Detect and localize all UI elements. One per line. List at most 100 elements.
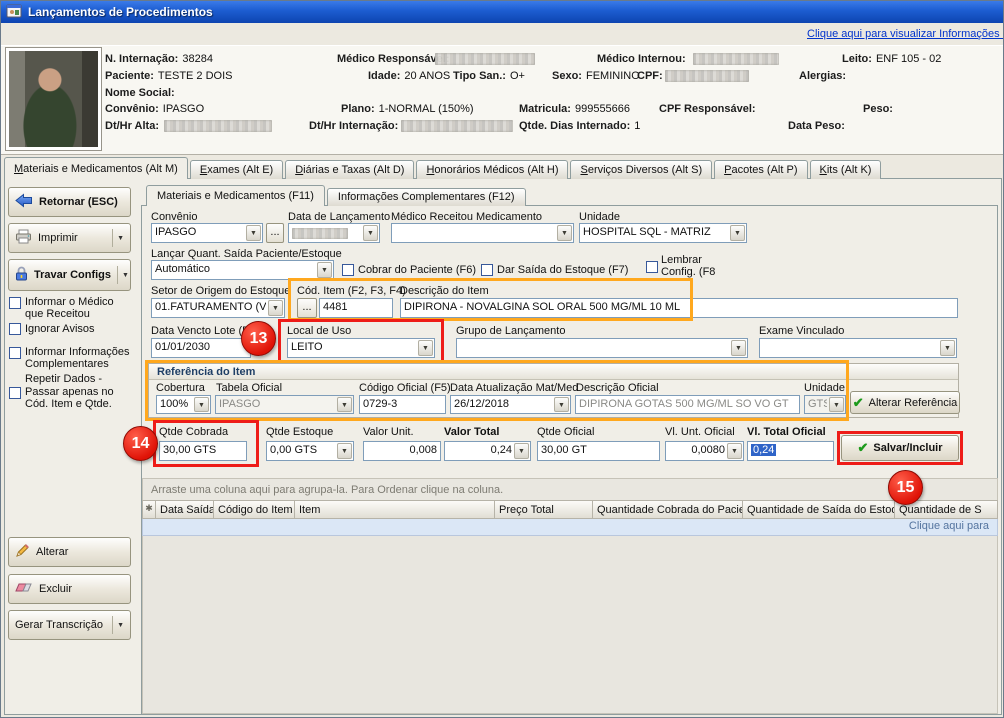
n-internacao: N. Internação:38284: [105, 53, 213, 65]
chevron-down-icon[interactable]: ▼: [337, 443, 352, 459]
cod-item-label: Cód. Item (F2, F3, F4): [297, 285, 406, 297]
cpf-label: CPF:: [637, 70, 663, 82]
cod-item-input[interactable]: 4481: [319, 298, 393, 318]
chevron-down-icon[interactable]: ▼: [829, 397, 844, 412]
excluir-label: Excluir: [39, 583, 72, 595]
chevron-down-icon[interactable]: ▼: [194, 397, 209, 412]
cobrar-paciente-checkbox[interactable]: [342, 264, 354, 276]
tabela-oficial-select[interactable]: IPASGO▼: [215, 395, 354, 414]
cobertura-select[interactable]: 100%▼: [156, 395, 211, 414]
chevron-down-icon[interactable]: ▼: [940, 340, 955, 356]
tab-pacotes[interactable]: Pacotes (Alt P): [714, 160, 807, 179]
lembrar-config-label: Lembrar Config. (F8: [661, 254, 725, 278]
vl-unt-oficial-select[interactable]: 0,0080▼: [665, 441, 744, 461]
gerar-transcricao-button[interactable]: Gerar Transcrição ▼: [8, 610, 131, 640]
grid-filter-row[interactable]: Clique aqui para: [142, 519, 998, 536]
cod-item-browse-button[interactable]: ...: [297, 298, 317, 318]
grid-column-item[interactable]: Item: [295, 500, 495, 519]
descricao-oficial-input[interactable]: DIPIRONA GOTAS 500 MG/ML SO VO GT: [575, 395, 800, 414]
back-arrow-icon: [15, 193, 33, 211]
travar-configs-button[interactable]: Travar Configs ▼: [8, 259, 131, 291]
exame-vinculado-select[interactable]: ▼: [759, 338, 957, 358]
data-atualizacao-select[interactable]: 26/12/2018▼: [450, 395, 571, 414]
grid-body[interactable]: [142, 536, 998, 714]
qtde-cobrada-input[interactable]: 30,00 GTS: [159, 441, 247, 461]
valor-total-value: 0,24: [448, 444, 512, 456]
qtde-estoque-select[interactable]: 0,00 GTS▼: [266, 441, 354, 461]
visualizar-informacoes-link[interactable]: Clique aqui para visualizar Informações …: [807, 28, 1004, 40]
matricula: Matricula:999555666: [519, 103, 630, 115]
tab-exames[interactable]: Exames (Alt E): [190, 160, 283, 179]
paciente: Paciente:TESTE 2 DOIS: [105, 70, 233, 82]
descricao-item-label: Descrição do Item: [400, 285, 489, 297]
alterar-button[interactable]: Alterar: [8, 537, 131, 567]
tab-servicos-diversos-label: Serviços Diversos (Alt S): [580, 164, 702, 176]
data-lancamento-select[interactable]: ▼: [288, 223, 380, 243]
tab-materiais-medicamentos[interactable]: Materiais e Medicamentos (Alt M): [4, 157, 188, 179]
grid-column-qtde-saida[interactable]: Quantidade de Saída do Estoqu: [743, 500, 895, 519]
leito: Leito:ENF 105 - 02: [842, 53, 941, 65]
chevron-down-icon[interactable]: ▼: [246, 225, 261, 241]
excluir-button[interactable]: Excluir: [8, 574, 131, 604]
chevron-down-icon[interactable]: ▼: [554, 397, 569, 412]
chevron-down-icon[interactable]: ▼: [117, 622, 124, 629]
passar-apenas-checkbox[interactable]: [9, 387, 21, 399]
tab-diarias-taxas[interactable]: Diárias e Taxas (Alt D): [285, 160, 414, 179]
lancar-quant-select[interactable]: Automático▼: [151, 260, 334, 280]
paciente-label: Paciente:: [105, 70, 154, 82]
tab-info-complementares-f12[interactable]: Informações Complementares (F12): [327, 188, 526, 206]
local-uso-select[interactable]: LEITO▼: [287, 338, 435, 358]
chevron-down-icon[interactable]: ▼: [731, 340, 746, 356]
tab-kits[interactable]: Kits (Alt K): [810, 160, 882, 179]
setor-origem-select[interactable]: 01.FATURAMENTO (VIRT▼: [151, 298, 285, 318]
unidade-select[interactable]: HOSPITAL SQL - MATRIZ▼: [579, 223, 747, 243]
chevron-down-icon[interactable]: ▼: [363, 225, 378, 241]
grid-groupby-band[interactable]: Arraste uma coluna aqui para agrupa-la. …: [142, 478, 998, 500]
chevron-down-icon[interactable]: ▼: [514, 443, 529, 459]
idade-value: 20 ANOS: [404, 70, 450, 82]
grid-column-preco-total[interactable]: Preço Total: [495, 500, 593, 519]
valor-total-select[interactable]: 0,24▼: [444, 441, 531, 461]
qtde-oficial-input[interactable]: 30,00 GT: [537, 441, 660, 461]
referencia-group-header: Referência do Item: [149, 364, 958, 380]
chevron-down-icon[interactable]: ▼: [557, 225, 572, 241]
codigo-oficial-input[interactable]: 0729-3: [359, 395, 446, 414]
chevron-down-icon[interactable]: ▼: [730, 225, 745, 241]
unidade-oficial-select[interactable]: GTS▼: [804, 395, 846, 414]
alterar-referencia-button[interactable]: ✔Alterar Referência: [850, 391, 960, 414]
convenio-select[interactable]: IPASGO▼: [151, 223, 263, 243]
lembrar-config-checkbox[interactable]: [646, 261, 658, 273]
salvar-incluir-button[interactable]: ✔Salvar/Incluir: [841, 435, 959, 461]
chevron-down-icon[interactable]: ▼: [117, 235, 124, 242]
informar-medico-checkbox[interactable]: [9, 297, 21, 309]
tab-servicos-diversos[interactable]: Serviços Diversos (Alt S): [570, 160, 712, 179]
chevron-down-icon[interactable]: ▼: [317, 262, 332, 278]
qtde-oficial-label: Qtde Oficial: [537, 426, 594, 438]
chevron-down-icon[interactable]: ▼: [268, 300, 283, 316]
data-vencto-input[interactable]: 01/01/2030: [151, 338, 251, 358]
tab-materiais-f11[interactable]: Materiais e Medicamentos (F11): [146, 185, 325, 206]
grid-column-codigo-item[interactable]: Código do Item: [214, 500, 295, 519]
chevron-down-icon[interactable]: ▼: [418, 340, 433, 356]
dias-internado: Qtde. Dias Internado:1: [519, 120, 640, 132]
tab-honorarios-medicos[interactable]: Honorários Médicos (Alt H): [416, 160, 568, 179]
convenio-browse-button[interactable]: ...: [266, 223, 284, 243]
descricao-item-input[interactable]: DIPIRONA - NOVALGINA SOL ORAL 500 MG/ML …: [400, 298, 958, 318]
chevron-down-icon[interactable]: ▼: [727, 443, 742, 459]
imprimir-button[interactable]: Imprimir ▼: [8, 223, 131, 253]
chevron-down-icon[interactable]: ▼: [337, 397, 352, 412]
setor-origem-label: Setor de Origem do Estoque: [151, 285, 290, 297]
dar-saida-checkbox[interactable]: [481, 264, 493, 276]
vl-total-oficial-input[interactable]: 0,24: [747, 441, 834, 461]
inner-tab-strip: Materiais e Medicamentos (F11) Informaçõ…: [146, 185, 528, 206]
grid-column-data-saida[interactable]: Data Saída: [156, 500, 214, 519]
chevron-down-icon[interactable]: ▼: [122, 272, 129, 279]
grid-column-qtde-cobrada[interactable]: Quantidade Cobrada do Pacient: [593, 500, 743, 519]
informar-informacoes-checkbox[interactable]: [9, 347, 21, 359]
grupo-lancamento-select[interactable]: ▼: [456, 338, 748, 358]
valor-unit-input[interactable]: 0,008: [363, 441, 441, 461]
retornar-button[interactable]: Retornar (ESC): [8, 187, 131, 217]
ignorar-avisos-checkbox[interactable]: [9, 323, 21, 335]
medico-receitou-select[interactable]: ▼: [391, 223, 574, 243]
dthr-alta: Dt/Hr Alta:: [105, 120, 159, 132]
